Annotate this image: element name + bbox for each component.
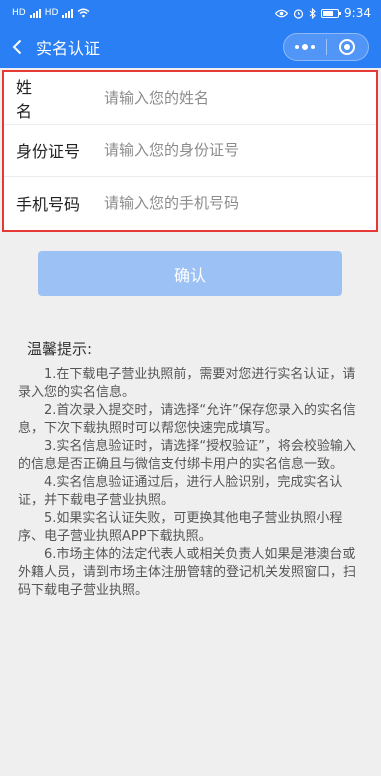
tip-item: 3.实名信息验证时，请选择“授权验证”，将会校验输入的信息是否正确且与微信支付绑… [18,439,356,472]
status-right: 9:34 [275,6,371,20]
form-row-name: 姓 名 [4,72,376,125]
name-label: 姓 名 [16,77,55,121]
signal-icon [62,8,74,18]
tips-list: 1.在下载电子营业执照前，需要对您进行实名认证，请录入您的实名信息。 2.首次录… [18,366,366,600]
status-bar: HD HD 9:34 [0,0,381,26]
target-icon [339,39,356,55]
close-mini-program-button[interactable] [327,34,369,60]
id-number-input[interactable] [104,141,376,160]
more-dots-icon [294,44,315,50]
eye-icon [275,9,289,17]
name-input[interactable] [104,88,376,107]
battery-icon [321,8,342,18]
more-button[interactable] [284,34,326,60]
hd-badge: HD [12,8,26,18]
phone-input[interactable] [104,194,376,213]
form-row-id: 身份证号 [4,125,376,178]
tip-item: 1.在下载电子营业执照前，需要对您进行实名认证，请录入您的实名信息。 [18,367,356,400]
form-row-phone: 手机号码 [4,177,376,230]
nav-bar: 实名认证 [0,26,381,68]
back-icon[interactable] [0,26,34,68]
tip-item: 5.如果实名认证失败，可更换其他电子营业执照小程序、电子营业执照APP下载执照。 [18,511,343,544]
alarm-icon [293,8,304,19]
tips-title: 温馨提示: [27,340,93,358]
tip-item: 6.市场主体的法定代表人或相关负责人如果是港澳台或外籍人员，请到市场主体注册管辖… [18,547,357,598]
confirm-button[interactable]: 确认 [38,251,342,296]
tip-item: 2.首次录入提交时，请选择“允许”保存您录入的实名信息，下次下载执照时可以帮您快… [18,403,356,436]
status-left: HD HD [12,8,90,18]
page-title: 实名认证 [36,39,101,58]
signal-icon [29,8,41,18]
wifi-icon [77,8,90,18]
phone-label: 手机号码 [16,195,81,215]
mini-program-capsule [283,33,369,61]
tip-item: 4.实名信息验证通过后，进行人脸识别，完成实名认证，并下载电子营业执照。 [18,475,343,508]
hd-badge: HD [44,8,59,18]
realname-form: 姓 名 身份证号 手机号码 [2,70,378,232]
clock-time: 9:34 [344,6,371,20]
id-number-label: 身份证号 [16,142,81,162]
bluetooth-icon [309,7,316,19]
